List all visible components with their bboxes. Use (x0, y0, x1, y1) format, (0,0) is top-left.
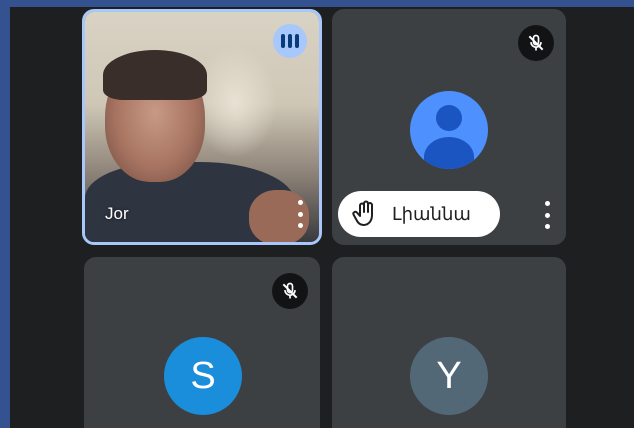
participant-avatar: Y (410, 337, 488, 415)
participant-tile-s[interactable]: S (84, 257, 320, 428)
participant-tile-lianna[interactable]: Լիաննա (332, 9, 566, 245)
participant-tile-jor[interactable]: Jor (82, 9, 322, 245)
mic-off-icon (518, 25, 554, 61)
raised-hand-chip: Լիաննա (338, 191, 500, 237)
participant-name: Լիաննա (392, 203, 471, 224)
video-person-hair (103, 50, 207, 100)
participant-name: Jor (105, 204, 129, 223)
raised-hand-icon (352, 200, 373, 226)
mic-off-icon (272, 273, 308, 309)
more-options-icon[interactable] (295, 200, 305, 228)
more-options-icon[interactable] (542, 201, 552, 229)
audio-level-icon (273, 24, 307, 58)
participant-tile-y[interactable]: Y (332, 257, 566, 428)
meeting-grid: Jor Լիաննա S Y (10, 7, 634, 428)
participant-avatar: S (164, 337, 242, 415)
default-avatar-icon (410, 91, 488, 169)
